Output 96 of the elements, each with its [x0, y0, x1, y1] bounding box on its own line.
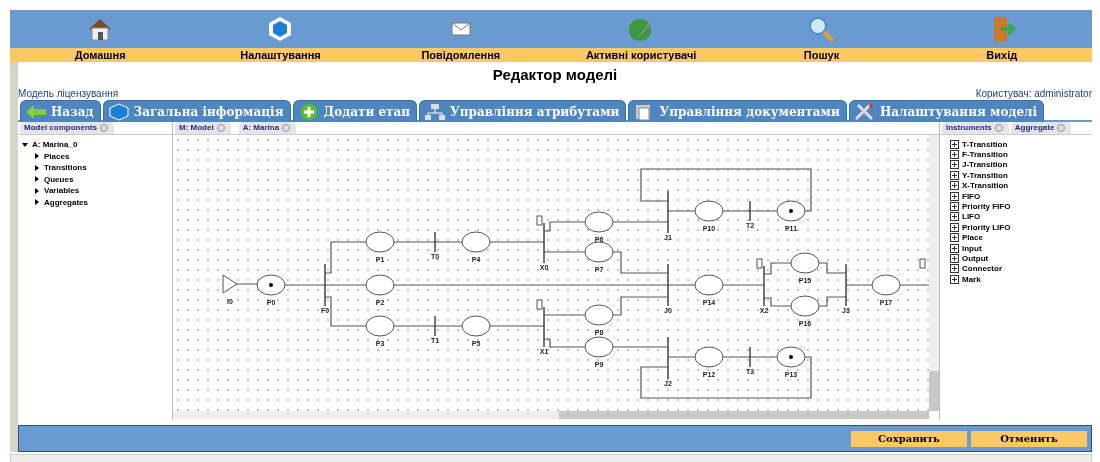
tool-icon[interactable] [950, 212, 959, 222]
input-node[interactable] [222, 274, 238, 294]
user-label: Користувач: administrator [975, 88, 1092, 99]
expand-arrow-icon[interactable] [34, 164, 40, 171]
tool-item[interactable]: Input [962, 243, 982, 253]
page-title: Редактор моделі [492, 66, 618, 83]
tool-icon[interactable] [950, 150, 959, 160]
tab-icon [25, 102, 47, 121]
nav-icon[interactable] [806, 14, 837, 44]
tool-icon[interactable] [950, 191, 959, 201]
tool-icon[interactable] [950, 254, 959, 263]
nav-link[interactable]: Повідомлення [370, 48, 551, 62]
toolbar-tab[interactable]: Додати етап [292, 100, 418, 122]
place-node[interactable] [365, 231, 395, 253]
expand-arrow-icon[interactable] [34, 199, 40, 206]
tab-icon [424, 102, 447, 121]
tool-icon[interactable] [950, 243, 959, 253]
place-node[interactable] [790, 252, 820, 274]
place-node[interactable] [584, 304, 614, 326]
editor-tab[interactable]: M: Model [175, 122, 231, 134]
tool-item[interactable]: F-Transition [962, 150, 1008, 160]
tree-item[interactable]: Transitions [44, 163, 87, 173]
toolbar-tab[interactable]: Налаштування моделі [848, 100, 1045, 122]
tab-icon [853, 102, 876, 121]
place-node[interactable] [694, 274, 724, 296]
tool-item[interactable]: Mark [962, 274, 981, 284]
tool-item[interactable]: Output [962, 254, 989, 263]
tool-icon[interactable] [950, 160, 959, 170]
panel-tab[interactable]: Model components [20, 122, 114, 134]
footer-button[interactable]: Сохранить [851, 430, 967, 447]
place-node[interactable] [461, 231, 491, 253]
tab-icon [107, 102, 130, 121]
tool-item[interactable]: Priority FIFO [962, 202, 1011, 212]
breadcrumb: Модель ліцензування [18, 88, 119, 99]
place-node[interactable] [584, 336, 614, 358]
tree-item[interactable]: Queues [44, 174, 74, 184]
place-node[interactable] [256, 274, 286, 296]
nav-link[interactable]: Налаштування [190, 48, 371, 62]
place-node[interactable] [776, 346, 806, 368]
editor-tab[interactable]: A: Marina [238, 122, 297, 134]
tool-item[interactable]: LIFO [962, 212, 981, 222]
place-node[interactable] [584, 211, 614, 233]
expand-arrow-icon[interactable] [22, 141, 28, 148]
nav-link[interactable]: Домашня [10, 48, 191, 62]
place-node[interactable] [365, 315, 395, 337]
place-node[interactable] [790, 295, 820, 317]
tool-item[interactable]: J-Transition [962, 160, 1008, 170]
place-node[interactable] [694, 346, 724, 368]
expand-arrow-icon[interactable] [34, 153, 40, 160]
tree-item[interactable]: Aggregates [44, 197, 88, 207]
expand-arrow-icon[interactable] [34, 176, 40, 183]
toolbar-tab[interactable]: Управління атрибутами [419, 100, 627, 122]
tool-icon[interactable] [950, 181, 959, 191]
tool-icon[interactable] [950, 274, 959, 284]
tree-item[interactable]: Places [44, 151, 70, 161]
tool-item[interactable]: Y-Transition [962, 170, 1008, 180]
tool-item[interactable]: Priority LIFO [962, 222, 1011, 232]
tree-item[interactable]: Variables [44, 186, 80, 196]
tool-item[interactable]: FIFO [962, 191, 981, 201]
vertical-scrollbar[interactable] [929, 135, 939, 411]
place-node[interactable] [461, 315, 491, 337]
toolbar-tab[interactable]: Управління документами [628, 100, 847, 122]
tool-item[interactable]: Connector [962, 264, 1002, 274]
expand-arrow-icon[interactable] [34, 187, 40, 194]
token-mark [789, 355, 793, 359]
place-node[interactable] [776, 200, 806, 222]
tool-icon[interactable] [950, 222, 959, 232]
token-mark [789, 209, 793, 213]
token-mark [269, 283, 273, 287]
place-node[interactable] [871, 274, 901, 296]
tool-item[interactable]: T-Transition [962, 139, 1008, 149]
queue-transition[interactable] [536, 299, 545, 348]
queue-transition[interactable] [756, 258, 765, 307]
tool-icon[interactable] [950, 233, 959, 243]
horizontal-scrollbar[interactable] [173, 411, 929, 419]
tool-item[interactable]: X-Transition [962, 181, 1009, 191]
toolbar-tab[interactable]: Загальна інформація [102, 100, 291, 122]
panel-tab[interactable]: Instruments [942, 122, 1009, 134]
place-node[interactable] [584, 241, 614, 263]
toolbar-tab[interactable]: Назад [20, 100, 101, 122]
queue-transition[interactable] [536, 215, 545, 264]
nav-link[interactable]: Вихід [911, 48, 1092, 62]
output-marker-icon [919, 258, 926, 269]
footer-button[interactable]: Отменить [971, 430, 1087, 447]
tool-icon[interactable] [950, 139, 959, 149]
tool-icon[interactable] [950, 202, 959, 212]
page-scrollbar[interactable] [10, 454, 1092, 462]
tool-item[interactable]: Place [962, 233, 983, 243]
nav-link[interactable]: Пошук [731, 48, 912, 62]
panel-tab[interactable]: Aggregate [1010, 122, 1072, 134]
nav-link[interactable]: Активні користувачі [551, 48, 732, 62]
place-node[interactable] [694, 200, 724, 222]
tool-icon[interactable] [950, 264, 959, 274]
place-node[interactable] [365, 274, 395, 296]
tool-icon[interactable] [950, 170, 959, 180]
tree-item[interactable]: A: Marina_0 [32, 140, 78, 150]
